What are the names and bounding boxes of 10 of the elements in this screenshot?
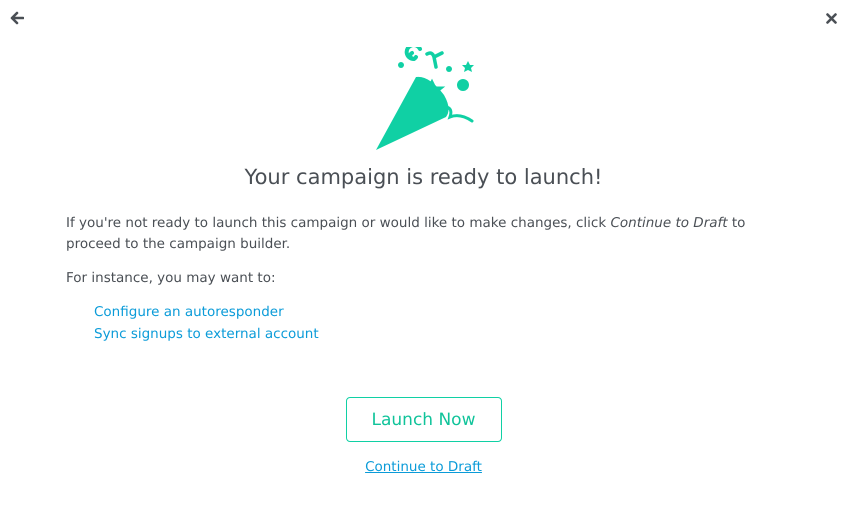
close-icon[interactable] <box>826 12 837 24</box>
party-popper-icon <box>374 47 474 151</box>
dialog-title: Your campaign is ready to launch! <box>244 165 602 189</box>
body-text: If you're not ready to launch this campaign or would like to make changes, click Continue to Draft to proceed to the campaign builder. <box>66 214 746 254</box>
back-arrow-icon[interactable] <box>10 11 24 25</box>
continue-to-draft-link[interactable]: Continue to Draft <box>365 459 482 475</box>
suggestion-link[interactable]: Sync signups to external account <box>94 323 319 345</box>
launch-now-button[interactable]: Launch Now <box>346 397 502 442</box>
body-text: For instance, you may want to: <box>66 269 277 288</box>
suggestion-link[interactable]: Configure an autoresponder <box>94 301 284 323</box>
